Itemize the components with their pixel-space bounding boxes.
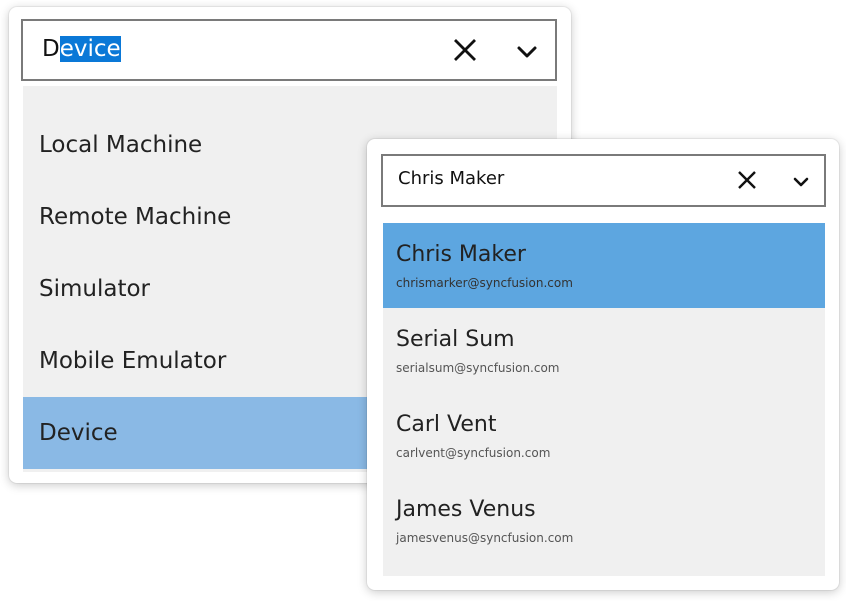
contact-item-carl-vent[interactable]: Carl Vent carlvent@syncfusion.com <box>383 393 825 478</box>
input-text-unselected: D <box>42 36 60 62</box>
clear-button[interactable] <box>731 166 763 194</box>
device-input-value[interactable]: Device <box>42 33 121 65</box>
contact-item-james-venus[interactable]: James Venus jamesvenus@syncfusion.com <box>383 478 825 563</box>
dropdown-toggle-button[interactable] <box>785 168 817 196</box>
contacts-input-value[interactable]: Chris Maker <box>398 166 504 192</box>
contact-email: carlvent@syncfusion.com <box>396 446 551 460</box>
contact-name: Serial Sum <box>396 327 515 352</box>
close-x-icon <box>454 39 476 61</box>
contacts-dropdown-list: Chris Maker chrismarker@syncfusion.com S… <box>383 223 825 576</box>
contact-item-serial-sum[interactable]: Serial Sum serialsum@syncfusion.com <box>383 308 825 393</box>
contact-name: Carl Vent <box>396 412 497 437</box>
contacts-combobox-input[interactable]: Chris Maker <box>381 154 826 207</box>
close-x-icon <box>738 171 756 189</box>
device-combobox-input[interactable]: Device <box>21 19 557 81</box>
chevron-down-icon <box>793 177 809 187</box>
clear-button[interactable] <box>447 35 483 65</box>
input-text-selection: evice <box>59 36 121 62</box>
contact-email: chrismarker@syncfusion.com <box>396 276 573 290</box>
contact-email: jamesvenus@syncfusion.com <box>396 531 574 545</box>
contact-email: serialsum@syncfusion.com <box>396 361 560 375</box>
chevron-down-icon <box>517 46 537 58</box>
contact-item-chris-maker[interactable]: Chris Maker chrismarker@syncfusion.com <box>383 223 825 308</box>
contact-name: Chris Maker <box>396 242 526 267</box>
dropdown-toggle-button[interactable] <box>509 37 545 67</box>
contact-name: James Venus <box>396 497 536 522</box>
contacts-combobox-panel: Chris Maker Chris Maker chrismarker@sync… <box>367 139 839 590</box>
